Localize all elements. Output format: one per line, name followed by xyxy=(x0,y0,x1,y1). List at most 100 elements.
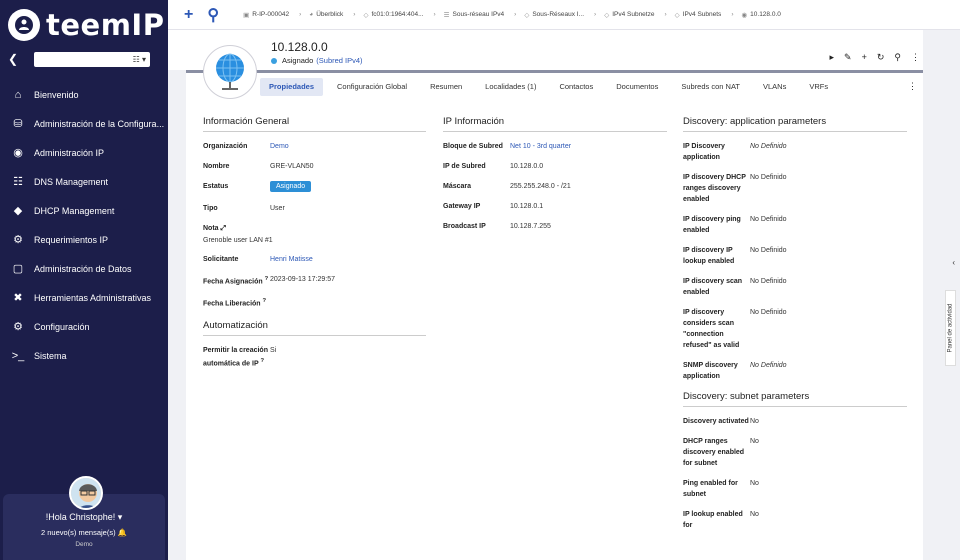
field-value: No Definido xyxy=(750,216,787,223)
field-name: Nombre GRE-VLAN50 xyxy=(203,161,426,172)
breadcrumb-item[interactable]: ▣ R-IP-000042 xyxy=(243,11,289,19)
field-alloc-date: Fecha Asignación ? 2023-09-13 17:29:57 xyxy=(203,274,426,287)
object-actions: ▸ ✎ + ↻ ⚲ ⋮ xyxy=(830,52,920,63)
field-label: IP discovery considers scan "connection … xyxy=(683,309,740,349)
chevron-right-icon: › xyxy=(353,11,356,18)
activity-panel-toggle[interactable]: Panel de actividad xyxy=(945,290,956,366)
breadcrumb-item[interactable]: ☰ Sous-réseau IPv4 xyxy=(444,11,505,19)
add-icon[interactable]: + xyxy=(184,6,193,24)
nav-label: Administración de Datos xyxy=(34,263,132,274)
tab-contactos[interactable]: Contactos xyxy=(550,78,602,96)
chevron-right-icon: › xyxy=(433,11,436,18)
breadcrumb-item[interactable]: ◕ Überblick xyxy=(309,11,343,18)
requestor-link[interactable]: Henri Matisse xyxy=(270,254,313,265)
tab-configuracion-global[interactable]: Configuración Global xyxy=(328,78,416,96)
expand-icon[interactable]: ⤢ xyxy=(221,225,227,232)
help-icon[interactable]: ? xyxy=(265,276,269,282)
bell-icon: 🔔 xyxy=(117,528,128,537)
breadcrumb-item[interactable]: ◇ IPv4 Subnets xyxy=(675,11,722,19)
nav-item-bienvenido[interactable]: ⌂ Bienvenido xyxy=(0,80,168,109)
user-messages[interactable]: 2 nuevo(s) mensaje(s) 🔔 xyxy=(3,528,165,537)
field-ping-enabled: IP discovery ping enabled No Definido xyxy=(683,214,907,236)
dashboard-icon: ◕ xyxy=(309,11,314,18)
field-label: SNMP discovery application xyxy=(683,362,738,380)
breadcrumb-item[interactable]: ◇ IPv4 Subnetze xyxy=(604,11,654,19)
org-link[interactable]: Demo xyxy=(270,141,289,152)
help-icon[interactable]: ? xyxy=(263,298,267,304)
user-greeting[interactable]: !Hola Christophe! ▾ xyxy=(3,512,165,523)
nav-item-ip-requests[interactable]: ⚙ Requerimientos IP xyxy=(0,225,168,254)
add-icon[interactable]: + xyxy=(862,52,867,63)
field-value: No Definido xyxy=(750,143,787,150)
tab-localidades[interactable]: Localidades (1) xyxy=(476,78,545,96)
chevron-right-icon: › xyxy=(514,11,517,18)
field-label: Ping enabled for subnet xyxy=(683,480,738,498)
field-label: Permitir la creación automática de IP ? xyxy=(203,346,268,367)
refresh-icon[interactable]: ↻ xyxy=(877,52,885,63)
avatar[interactable] xyxy=(69,476,103,510)
tab-vlans[interactable]: VLANs xyxy=(754,78,795,96)
tab-documentos[interactable]: Documentos xyxy=(607,78,667,96)
network-icon: ◇ xyxy=(363,11,369,19)
section-title: Información General xyxy=(203,116,426,132)
tab-propiedades[interactable]: Propiedades xyxy=(260,77,324,96)
field-label: Gateway IP xyxy=(443,203,481,210)
nav-item-admin-tools[interactable]: ✖ Herramientas Administrativas xyxy=(0,283,168,312)
object-header: 10.128.0.0 Asignado (Subred IPv4) ▸ ✎ + … xyxy=(168,30,960,70)
more-vertical-icon[interactable]: ⋮ xyxy=(911,52,920,63)
tab-resumen[interactable]: Resumen xyxy=(421,78,471,96)
help-icon[interactable]: ? xyxy=(260,358,264,364)
nav-item-dhcp[interactable]: ◆ DHCP Management xyxy=(0,196,168,225)
nav-label: DNS Management xyxy=(34,176,109,187)
nav-item-system[interactable]: >_ Sistema xyxy=(0,341,168,370)
breadcrumb-item[interactable]: ◇ Sous-Réseaux I... xyxy=(524,11,584,19)
field-value: User xyxy=(270,205,285,212)
database-icon: ⛁ xyxy=(13,118,23,130)
field-label: IP lookup enabled for xyxy=(683,511,743,529)
right-rail: ‹ Panel de actividad xyxy=(923,30,960,560)
subclass-link[interactable]: (Subred IPv4) xyxy=(316,56,362,65)
object-icon xyxy=(203,45,257,99)
field-value: No xyxy=(750,480,759,487)
subnet-icon: ◉ xyxy=(741,11,748,19)
chevron-left-icon[interactable]: ‹ xyxy=(952,258,955,267)
field-label: Discovery activated xyxy=(683,418,749,425)
field-ip-lookup-enabled: IP discovery IP lookup enabled No Defini… xyxy=(683,245,907,267)
field-subnet-block: Bloque de Subred Net 10 - 3rd quarter xyxy=(443,141,667,152)
field-dhcp-ranges-subnet: DHCP ranges discovery enabled for subnet… xyxy=(683,436,907,469)
logo[interactable]: teemIP xyxy=(0,0,168,50)
search-icon[interactable]: ⚲ xyxy=(894,52,901,63)
field-value: 10.128.0.0 xyxy=(510,163,544,170)
collapse-sidebar-icon[interactable]: ❮ xyxy=(8,52,24,66)
field-label: IP Discovery application xyxy=(683,143,725,161)
more-tabs-icon[interactable]: ⋮ xyxy=(908,81,917,92)
nav-item-data-admin[interactable]: ▢ Administración de Datos xyxy=(0,254,168,283)
edit-icon[interactable]: ✎ xyxy=(844,52,852,63)
nav-item-configuration[interactable]: ⚙ Configuración xyxy=(0,312,168,341)
section-title: IP Información xyxy=(443,116,667,132)
field-label: IP discovery DHCP ranges discovery enabl… xyxy=(683,174,746,203)
caret-right-icon[interactable]: ▸ xyxy=(830,52,835,63)
field-ip-lookup-subnet: IP lookup enabled for No xyxy=(683,509,907,531)
sitemap-icon: ☷ ▾ xyxy=(132,54,146,64)
network-icon: ◇ xyxy=(604,11,610,19)
field-label: Solicitante xyxy=(203,256,239,263)
nav-label: Configuración xyxy=(34,321,90,332)
field-value: 10.128.0.1 xyxy=(510,203,544,210)
tab-vrfs[interactable]: VRFs xyxy=(800,78,837,96)
tab-subreds-nat[interactable]: Subreds con NAT xyxy=(672,78,749,96)
field-value: 2023-09-13 17:29:57 xyxy=(270,276,335,283)
nav-label: Administración de la Configura... xyxy=(34,118,165,129)
org-select[interactable]: ☷ ▾ xyxy=(34,51,150,67)
breadcrumb-item[interactable]: ◇ fc01:0:1964:404... xyxy=(363,11,423,19)
field-dhcp-ranges-discovery: IP discovery DHCP ranges discovery enabl… xyxy=(683,172,907,205)
field-value: No Definido xyxy=(750,362,787,369)
nav-item-config-admin[interactable]: ⛁ Administración de la Configura... xyxy=(0,109,168,138)
field-value: Si xyxy=(270,346,277,354)
sidebar: teemIP ❮ ☷ ▾ ⌂ Bienvenido ⛁ Administraci… xyxy=(0,0,168,560)
subnet-block-link[interactable]: Net 10 - 3rd quarter xyxy=(510,141,571,152)
nav-item-dns[interactable]: ☷ DNS Management xyxy=(0,167,168,196)
nav-item-ip-admin[interactable]: ◉ Administración IP xyxy=(0,138,168,167)
field-value: No Definido xyxy=(750,278,787,285)
search-icon[interactable]: ⚲ xyxy=(207,5,219,25)
